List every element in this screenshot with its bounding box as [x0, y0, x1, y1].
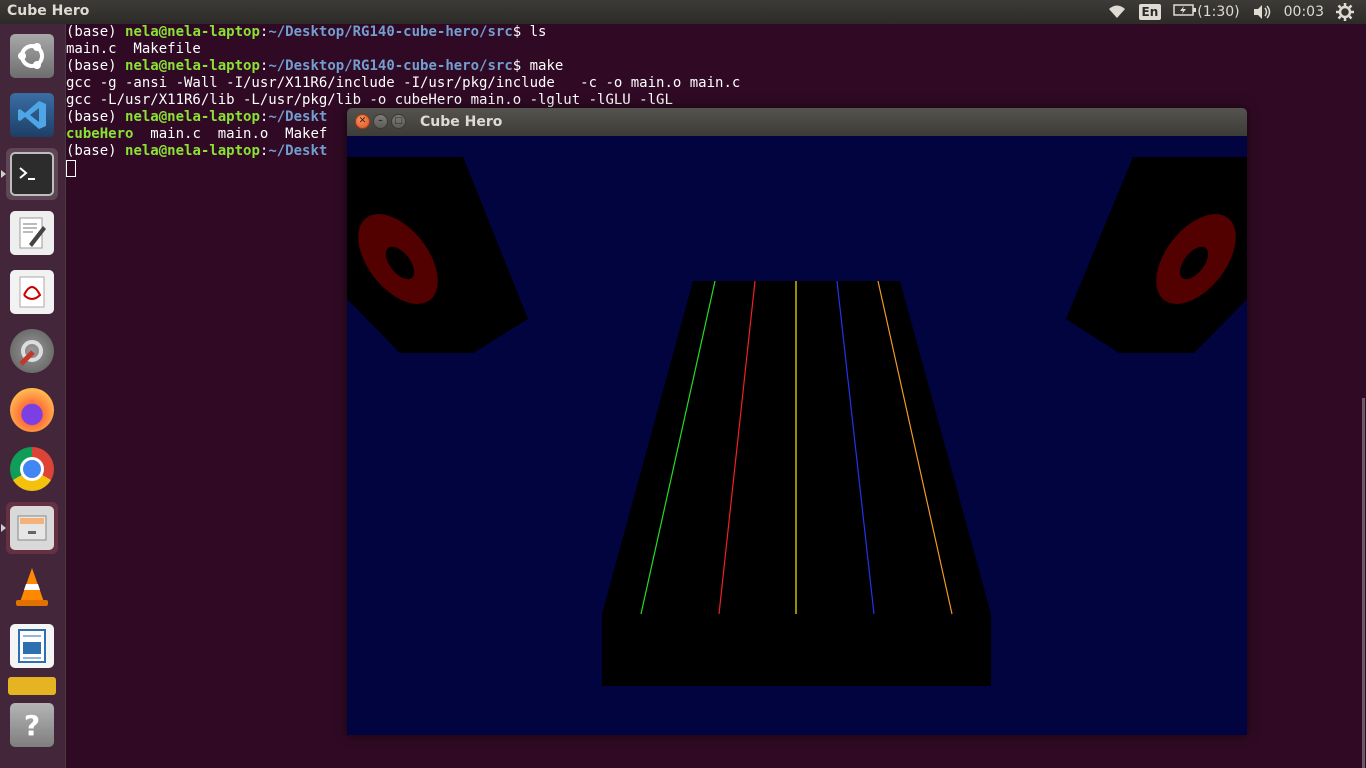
launcher: ?: [0, 24, 66, 768]
window-maximize-button[interactable]: □: [391, 114, 406, 129]
terminal-cursor: [66, 160, 76, 177]
top-panel: Cube Hero En (1:30) 00:03: [0, 0, 1366, 24]
close-icon: ✕: [358, 116, 367, 126]
software-updater-icon: [8, 677, 56, 695]
wifi-icon[interactable]: [1107, 4, 1127, 20]
terminal-line: (base) nela@nela-laptop:~/Desktop/RG140-…: [66, 58, 564, 74]
minimize-icon: –: [378, 116, 383, 126]
terminal-line: main.c Makefile: [66, 41, 201, 57]
window-title: Cube Hero: [420, 114, 503, 130]
system-gear-icon[interactable]: [1336, 3, 1354, 21]
vlc-cone-icon: [10, 565, 54, 609]
keyboard-layout-label: En: [1138, 4, 1162, 20]
indicator-area: En (1:30) 00:03: [1107, 0, 1366, 24]
battery-time: (1:30): [1197, 4, 1240, 20]
launcher-firefox[interactable]: [6, 384, 58, 436]
game-window[interactable]: ✕ – □ Cube Hero: [347, 108, 1247, 735]
launcher-vscode[interactable]: [6, 89, 58, 141]
launcher-chrome[interactable]: [6, 443, 58, 495]
game-scene: [347, 157, 1247, 686]
launcher-writer[interactable]: [6, 620, 58, 672]
launcher-vlc[interactable]: [6, 561, 58, 613]
launcher-help[interactable]: ?: [6, 699, 58, 751]
clock[interactable]: 00:03: [1284, 4, 1324, 20]
terminal-scrollbar[interactable]: [1362, 398, 1365, 768]
game-canvas[interactable]: [347, 136, 1247, 735]
launcher-system-settings[interactable]: [6, 325, 58, 377]
terminal-icon: [10, 152, 54, 196]
launcher-files[interactable]: [1, 502, 58, 554]
volume-icon[interactable]: [1252, 4, 1272, 20]
settings-icon: [10, 329, 54, 373]
active-app-title: Cube Hero: [7, 3, 90, 19]
terminal-line: gcc -g -ansi -Wall -I/usr/X11R6/include …: [66, 75, 741, 91]
text-editor-icon: [10, 211, 54, 255]
vscode-icon: [10, 93, 54, 137]
launcher-update-strip[interactable]: [6, 676, 58, 696]
firefox-icon: [10, 388, 54, 432]
battery-icon: [1173, 3, 1197, 21]
launcher-terminal[interactable]: [1, 148, 58, 200]
launcher-ubuntu-dash[interactable]: [6, 30, 58, 82]
battery-indicator[interactable]: (1:30): [1173, 3, 1240, 21]
window-titlebar[interactable]: ✕ – □ Cube Hero: [347, 108, 1247, 136]
window-minimize-button[interactable]: –: [373, 114, 388, 129]
libreoffice-writer-icon: [10, 624, 54, 668]
terminal-line: (base) nela@nela-laptop:~/Desktop/RG140-…: [66, 24, 547, 40]
launcher-pdf-reader[interactable]: [6, 266, 58, 318]
chrome-icon: [10, 447, 54, 491]
terminal-line: gcc -L/usr/X11R6/lib -L/usr/pkg/lib -o c…: [66, 92, 673, 108]
ubuntu-logo-icon: [10, 34, 54, 78]
launcher-text-editor[interactable]: [6, 207, 58, 259]
file-cabinet-icon: [10, 506, 54, 550]
window-close-button[interactable]: ✕: [355, 114, 370, 129]
help-icon: ?: [10, 703, 54, 747]
keyboard-layout-indicator[interactable]: En: [1138, 4, 1162, 20]
maximize-icon: □: [394, 116, 403, 126]
pdf-reader-icon: [10, 270, 54, 314]
